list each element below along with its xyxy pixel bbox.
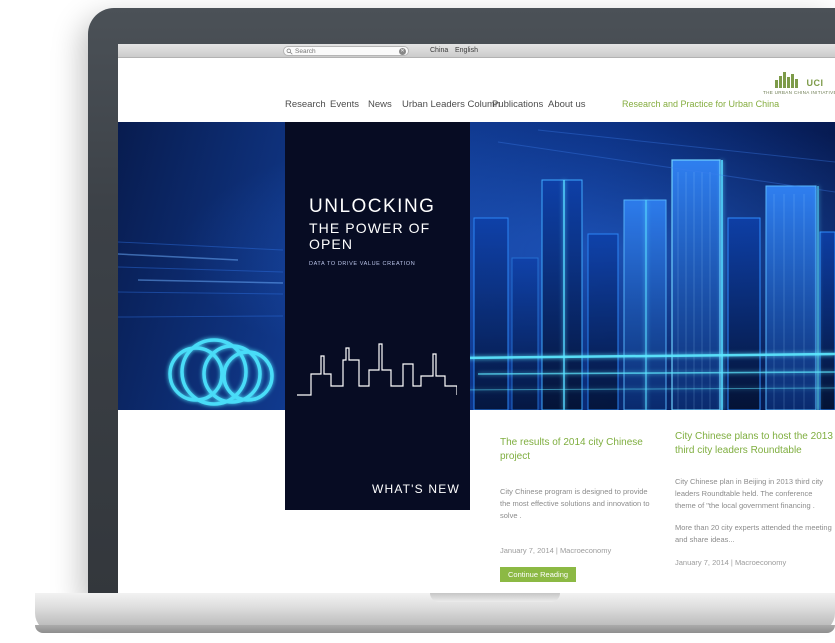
nav-item-urban-leaders-column[interactable]: Urban Leaders Column bbox=[402, 99, 500, 110]
site-header: Research Events News Urban Leaders Colum… bbox=[118, 58, 835, 122]
browser-chrome: ✕ China English bbox=[118, 44, 835, 58]
logo-acronym: UCI bbox=[807, 78, 824, 88]
nav-item-events[interactable]: Events bbox=[330, 99, 359, 110]
article-date: January 7, 2014 bbox=[675, 558, 729, 567]
hero-section bbox=[118, 122, 835, 410]
screen: ✕ China English Research Events News Urb… bbox=[118, 44, 835, 593]
logo-skyline-icon bbox=[775, 71, 805, 88]
laptop-base bbox=[35, 593, 835, 633]
whats-new-label: WHAT'S NEW bbox=[372, 482, 460, 496]
meta-separator: | bbox=[556, 546, 558, 555]
article-body: City Chinese plan in Beijing in 2013 thi… bbox=[675, 476, 835, 512]
search-bar[interactable]: ✕ bbox=[283, 46, 409, 56]
hero-banner-panel: UNLOCKING THE POWER OF OPEN DATA TO DRIV… bbox=[285, 122, 470, 510]
nav-item-publications[interactable]: Publications bbox=[492, 99, 543, 110]
website: Research Events News Urban Leaders Colum… bbox=[118, 58, 835, 593]
article-title[interactable]: City Chinese plans to host the 2013 thir… bbox=[675, 430, 835, 458]
article-card: The results of 2014 city Chinese project… bbox=[500, 436, 652, 582]
nav-item-about-us[interactable]: About us bbox=[548, 99, 586, 110]
article-category[interactable]: Macroeconomy bbox=[735, 558, 786, 567]
hero-title-line2: THE POWER OF OPEN bbox=[309, 220, 460, 252]
article-card: City Chinese plans to host the 2013 thir… bbox=[675, 430, 835, 567]
continue-reading-button[interactable]: Continue Reading bbox=[500, 567, 576, 582]
search-icon bbox=[286, 48, 293, 55]
search-input[interactable] bbox=[293, 48, 399, 55]
site-tagline: Research and Practice for Urban China bbox=[622, 99, 779, 109]
nav-item-news[interactable]: News bbox=[368, 99, 392, 110]
article-body: City Chinese program is designed to prov… bbox=[500, 486, 652, 522]
hero-title-line1: UNLOCKING bbox=[309, 196, 460, 218]
skyline-outline-graphic bbox=[297, 326, 457, 396]
article-date: January 7, 2014 bbox=[500, 546, 554, 555]
logo-name: THE URBAN CHINA INITIATIVE bbox=[763, 90, 835, 95]
clear-search-icon[interactable]: ✕ bbox=[399, 48, 406, 55]
language-option-english[interactable]: English bbox=[455, 47, 478, 54]
laptop-mockup: ✕ China English Research Events News Urb… bbox=[0, 0, 835, 643]
article-category[interactable]: Macroeconomy bbox=[560, 546, 611, 555]
news-section: The results of 2014 city Chinese project… bbox=[118, 410, 835, 593]
nav-item-research[interactable]: Research bbox=[285, 99, 326, 110]
uci-logo[interactable]: UCI THE URBAN CHINA INITIATIVE bbox=[763, 71, 835, 95]
laptop-frame: ✕ China English Research Events News Urb… bbox=[88, 8, 835, 598]
hero-cityscape-graphic bbox=[118, 122, 835, 410]
meta-separator: | bbox=[731, 558, 733, 567]
article-title[interactable]: The results of 2014 city Chinese project bbox=[500, 436, 652, 464]
article-body-2: More than 20 city experts attended the m… bbox=[675, 522, 835, 546]
hero-subtitle: DATA TO DRIVE VALUE CREATION bbox=[309, 261, 460, 267]
language-option-china[interactable]: China bbox=[430, 47, 448, 54]
article-meta: January 7, 2014 | Macroeconomy bbox=[675, 558, 835, 567]
article-meta: January 7, 2014 | Macroeconomy bbox=[500, 546, 652, 555]
